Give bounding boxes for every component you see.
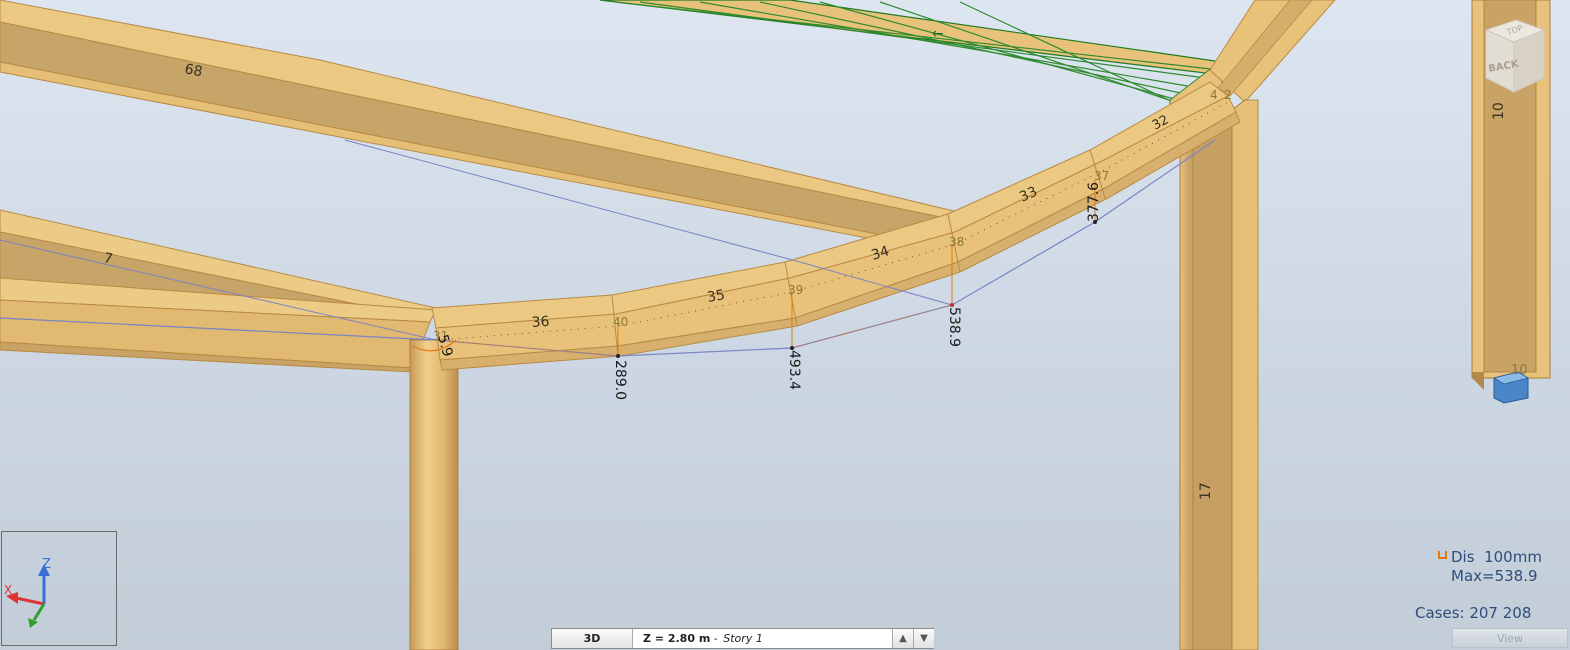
view-mode-button[interactable]: 3D: [552, 629, 633, 648]
label-n37: 37: [1094, 169, 1109, 183]
svg-text:←: ←: [932, 26, 944, 42]
axis-x-label: X: [4, 583, 12, 597]
column-31[interactable]: [409, 339, 459, 650]
view-button[interactable]: View: [1452, 628, 1568, 648]
deflection-value: 493.4: [786, 350, 802, 390]
structure-model[interactable]: ← 68 7 36 35 34 33 32 17 10 10 31 40 39 …: [0, 0, 1570, 650]
deflection-value: 289.0: [612, 360, 628, 400]
label-36: 36: [531, 314, 550, 331]
label-n40: 40: [613, 315, 628, 329]
3d-viewport[interactable]: ← 68 7 36 35 34 33 32 17 10 10 31 40 39 …: [0, 0, 1570, 650]
axis-z-label: Z: [42, 557, 51, 572]
load-cases: Cases: 207 208: [1415, 604, 1532, 622]
level-up-button[interactable]: ▲: [892, 629, 913, 648]
label-n38: 38: [949, 235, 964, 249]
legend-scale: Dis 100mm: [1451, 548, 1542, 566]
view-statusbar: 3D Z = 2.80 m - Story 1 ▲ ▼: [551, 628, 934, 649]
legend-max: Max=538.9: [1451, 567, 1538, 585]
level-selector[interactable]: Z = 2.80 m - Story 1: [633, 629, 892, 648]
label-10-column: 10: [1491, 102, 1507, 120]
deflection-value: 538.9: [946, 307, 962, 347]
label-n4: 4: [1210, 88, 1218, 102]
label-17: 17: [1198, 482, 1214, 500]
view-cube[interactable]: TOP BACK: [1478, 16, 1548, 96]
column-17[interactable]: [1179, 98, 1259, 650]
triangle-down-icon: ▼: [920, 633, 928, 644]
level-down-button[interactable]: ▼: [913, 629, 934, 648]
label-n2: 2: [1224, 88, 1232, 102]
level-separator: -: [710, 632, 722, 645]
z-level: Z = 2.80 m: [643, 632, 711, 645]
slab-panel[interactable]: ←: [599, 0, 1223, 131]
label-n39: 39: [788, 283, 803, 297]
axis-triad: Z X: [1, 531, 117, 646]
label-68: 68: [183, 61, 204, 80]
label-35: 35: [706, 287, 726, 306]
beam-top-right[interactable]: [1209, 0, 1336, 103]
triangle-up-icon: ▲: [899, 633, 907, 644]
beam-68[interactable]: [0, 0, 960, 251]
legend-swatch-icon: [1438, 551, 1447, 559]
story-name: Story 1: [723, 632, 763, 645]
label-10-node: 10: [1511, 363, 1528, 378]
deflection-value: 377.6: [1086, 182, 1102, 222]
